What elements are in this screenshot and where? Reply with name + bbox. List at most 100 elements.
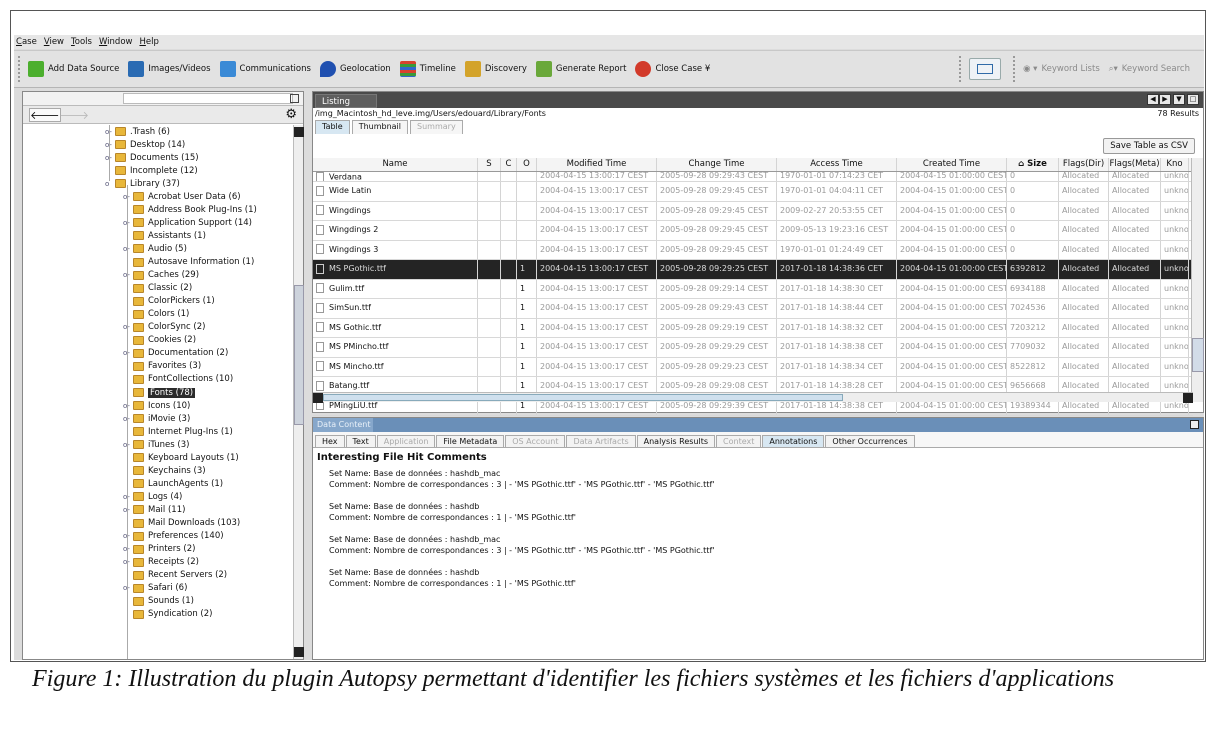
add-data-source-button[interactable]: Add Data Source [28,61,119,77]
images-videos-button[interactable]: Images/Videos [128,61,211,77]
table-row[interactable]: MS PMincho.ttf 1 2004-04-15 13:00:17 CEST 2… [313,338,1193,358]
forward-arrow-icon[interactable]: 🡒 [60,108,90,122]
expand-toggle-icon[interactable]: o- [105,128,115,136]
tab-os-account[interactable]: OS Account [505,435,566,447]
tab-context[interactable]: Context [716,435,762,447]
tab-text[interactable]: Text [345,435,376,447]
column-header[interactable]: Modified Time [537,158,657,171]
tree-item[interactable]: o- Receipts (2) [123,556,199,569]
expand-toggle-icon[interactable]: o- [123,506,133,514]
table-row[interactable]: Verdana 2004-04-15 13:00:17 CEST 2005-09-2… [313,172,1193,182]
expand-toggle-icon[interactable]: o- [123,584,133,592]
tree-item[interactable]: Classic (2) [123,282,192,295]
menu-tools[interactable]: Tools [71,37,92,47]
expand-toggle-icon[interactable]: o- [123,271,133,279]
tree-item[interactable]: o- Mail (11) [123,503,185,516]
save-csv-button[interactable]: Save Table as CSV [1103,138,1195,154]
tree-item[interactable]: o Library (37) [105,177,180,190]
tree-item[interactable]: Sounds (1) [123,595,194,608]
column-header[interactable]: Flags(Meta) [1109,158,1161,171]
tree-item[interactable]: o- Acrobat User Data (6) [123,190,241,203]
tree-item[interactable]: Assistants (1) [123,229,206,242]
column-header[interactable]: Created Time [897,158,1007,171]
tab-hex[interactable]: Hex [315,435,345,447]
tree-scroll-thumb[interactable] [294,285,304,425]
table-row[interactable]: MS PGothic.ttf 1 2004-04-15 13:00:17 CEST 2… [313,260,1193,280]
subtab-thumbnail[interactable]: Thumbnail [351,120,409,134]
expand-toggle-icon[interactable]: o- [123,349,133,357]
table-row[interactable]: SimSun.ttf 1 2004-04-15 13:00:17 CEST 2005-… [313,299,1193,319]
column-header[interactable]: O [517,158,537,171]
tree-item[interactable]: o- ColorSync (2) [123,321,205,334]
messages-button[interactable] [969,58,1002,80]
menu-case[interactable]: Case [16,37,37,47]
dropdown-icon[interactable]: ▼ [1173,94,1185,105]
tab-application[interactable]: Application [376,435,436,447]
column-header[interactable]: S [478,158,501,171]
back-arrow-icon[interactable]: 🡐 [30,108,60,122]
subtab-table[interactable]: Table [315,120,350,134]
tab-annotations[interactable]: Annotations [762,435,825,447]
expand-toggle-icon[interactable]: o- [123,532,133,540]
discovery-button[interactable]: Discovery [464,61,527,77]
keyword-lists-button[interactable]: ◉ ▾ Keyword Lists [1023,64,1100,74]
expand-toggle-icon[interactable]: o- [123,415,133,423]
tree-item[interactable]: o- Audio (5) [123,242,187,255]
tree-item[interactable]: Fonts (78) [123,386,196,399]
expand-toggle-icon[interactable]: o- [123,245,133,253]
expand-toggle-icon[interactable]: o [105,180,115,188]
close-case-button[interactable]: Close Case ¥ [635,61,710,77]
tree-item[interactable]: LaunchAgents (1) [123,477,223,490]
tree-scrollbar[interactable] [293,125,304,659]
minimize-icon[interactable] [290,94,299,103]
table-row[interactable]: Wingdings 3 2004-04-15 13:00:17 CEST 2005-… [313,240,1193,260]
table-vscrollbar[interactable] [1191,158,1204,402]
keyword-search-button[interactable]: ⌕▾ Keyword Search [1109,64,1190,74]
tab-data-artifacts[interactable]: Data Artifacts [566,435,636,447]
tree-item[interactable]: Address Book Plug-Ins (1) [123,203,257,216]
tree-item[interactable]: Internet Plug-Ins (1) [123,425,233,438]
menu-help[interactable]: Help [139,37,158,47]
minimize-icon[interactable] [1190,420,1199,429]
next-icon[interactable]: ▶ [1159,94,1171,105]
geolocation-button[interactable]: Geolocation [319,61,391,77]
tab-file-metadata[interactable]: File Metadata [436,435,505,447]
tree-item[interactable]: o- Printers (2) [123,543,195,556]
table-row[interactable]: MS Mincho.ttf 1 2004-04-15 13:00:17 CEST 20… [313,357,1193,377]
tree-item[interactable]: o- Icons (10) [123,399,190,412]
table-row[interactable]: Gulim.ttf 1 2004-04-15 13:00:17 CEST 2005-0… [313,279,1193,299]
column-header[interactable]: Change Time [657,158,777,171]
table-hscrollbar[interactable] [313,392,1193,403]
toolbar-grip[interactable] [18,56,22,82]
tab-analysis-results[interactable]: Analysis Results [636,435,716,447]
tree-item[interactable]: o-iMovie (3) [123,412,190,425]
tree-item[interactable]: Mail Downloads (103) [123,517,240,530]
expand-toggle-icon[interactable]: o- [123,402,133,410]
table-row[interactable]: Wide Latin 2004-04-15 13:00:17 CEST 2005-0… [313,182,1193,202]
menu-window[interactable]: Window [99,37,133,47]
expand-toggle-icon[interactable]: o- [123,441,133,449]
column-header[interactable]: Flags(Dir) [1059,158,1109,171]
column-header[interactable]: Access Time [777,158,897,171]
tree-item[interactable]: Incomplete (12) [105,164,198,177]
expand-toggle-icon[interactable]: o- [123,323,133,331]
tree-item[interactable]: ColorPickers (1) [123,295,215,308]
maximize-icon[interactable]: □ [1187,94,1199,105]
tab-other-occurrences[interactable]: Other Occurrences [825,435,915,447]
table-hscroll-thumb[interactable] [323,394,843,401]
generate-report-button[interactable]: Generate Report [535,61,626,77]
tree-item[interactable]: o- Documents (15) [105,151,199,164]
timeline-button[interactable]: Timeline [399,61,456,77]
tree-item[interactable]: o- Application Support (14) [123,216,252,229]
toolbar-grip-2[interactable] [959,56,963,82]
table-row[interactable]: Wingdings 2004-04-15 13:00:17 CEST 2005-09… [313,201,1193,221]
tree-item[interactable]: o-iTunes (3) [123,438,189,451]
tree-item[interactable]: Colors (1) [123,308,189,321]
expand-toggle-icon[interactable]: o- [123,493,133,501]
tree-item[interactable]: o- Caches (29) [123,269,199,282]
table-row[interactable]: MS Gothic.ttf 1 2004-04-15 13:00:17 CEST 20… [313,318,1193,338]
expand-toggle-icon[interactable]: o- [123,219,133,227]
tree-item[interactable]: Favorites (3) [123,360,201,373]
table-row[interactable]: Wingdings 2 2004-04-15 13:00:17 CEST 2005-… [313,221,1193,241]
tree-item[interactable]: Recent Servers (2) [123,569,227,582]
